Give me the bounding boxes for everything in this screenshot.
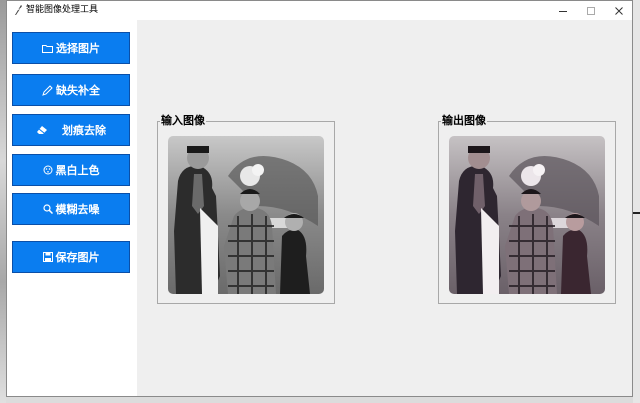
output-image [449, 136, 605, 294]
maximize-icon [587, 6, 595, 15]
inpaint-label: 缺失补全 [56, 84, 100, 97]
folder-icon [42, 44, 53, 53]
feather-icon [15, 5, 22, 15]
scratch-removal-button[interactable]: 划痕去除 [12, 114, 130, 146]
minimize-button[interactable] [549, 1, 577, 20]
brush-icon [42, 84, 53, 96]
scratch-removal-label: 划痕去除 [62, 124, 106, 137]
colorize-button[interactable]: 黑白上色 [12, 154, 130, 186]
denoise-button[interactable]: 模糊去噪 [12, 193, 130, 225]
denoise-label: 模糊去噪 [55, 203, 100, 216]
window-title: 智能图像处理工具 [26, 5, 99, 15]
title-bar: 智能图像处理工具 [7, 1, 632, 20]
input-frame-label: 输入图像 [160, 114, 206, 127]
minimize-icon [559, 10, 567, 12]
colorize-label: 黑白上色 [55, 164, 100, 177]
palette-icon [43, 165, 53, 175]
eraser-icon [36, 125, 48, 135]
save-image-button[interactable]: 保存图片 [12, 241, 130, 273]
sidebar: 选择图片 缺失补全 划痕去除 黑白上色 模糊去噪 保存图片 [7, 20, 137, 396]
select-image-label: 选择图片 [56, 42, 100, 55]
desktop-background-right [633, 0, 640, 403]
select-image-button[interactable]: 选择图片 [12, 32, 130, 64]
close-button[interactable] [605, 1, 632, 20]
inpaint-button[interactable]: 缺失补全 [12, 74, 130, 106]
maximize-button[interactable] [577, 1, 605, 20]
save-image-label: 保存图片 [55, 251, 100, 264]
output-frame-label: 输出图像 [441, 114, 487, 127]
close-icon [615, 6, 623, 15]
magnifier-icon [42, 204, 53, 214]
app-window: 智能图像处理工具 选择图片 缺失补全 划痕去除 黑白上色 模糊去噪 保存图片 输… [6, 0, 633, 397]
input-image [168, 136, 324, 294]
save-icon [42, 252, 53, 262]
